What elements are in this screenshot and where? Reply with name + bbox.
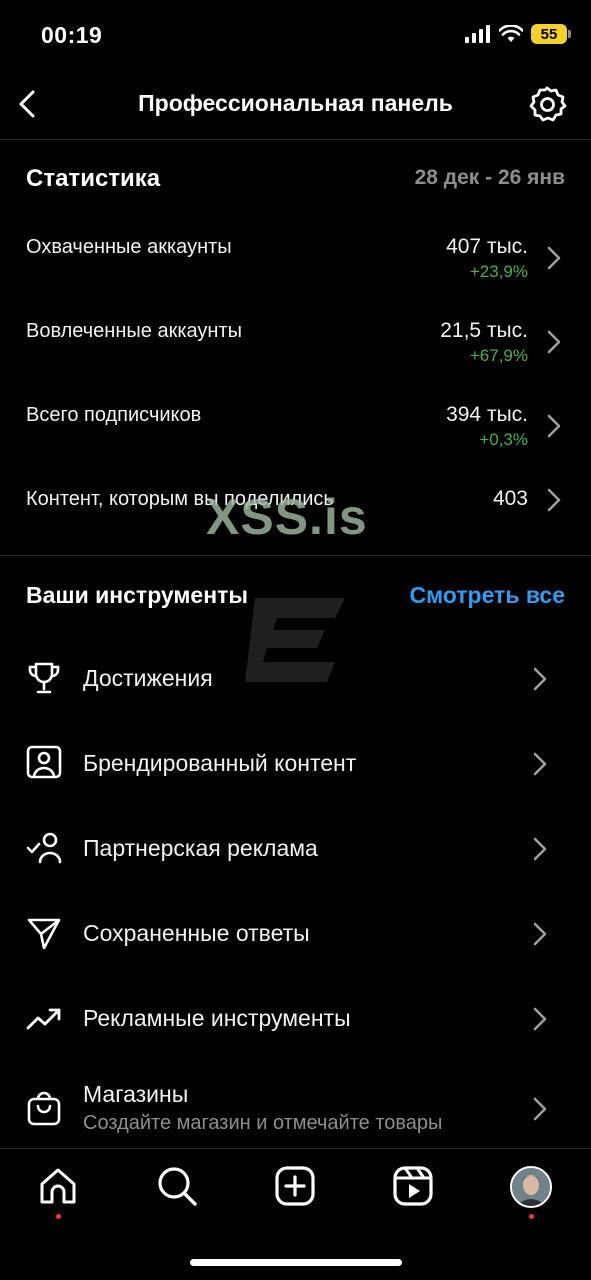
tool-item-branded-content[interactable]: Брендированный контент [0,735,591,795]
tool-subtitle: Создайте магазин и отмечайте товары [83,1112,443,1134]
tool-label: Партнерская реклама [83,835,318,861]
stat-delta: +23,9% [469,262,528,281]
header-divider [0,139,591,140]
chevron-right-icon [547,330,561,354]
page-title: Профессиональная панель [138,90,453,116]
search-icon[interactable] [156,1165,198,1207]
see-all-link[interactable]: Смотреть все [409,582,565,609]
stat-label: Вовлеченные аккаунты [26,320,242,342]
trending-up-icon [26,1008,61,1030]
tool-item-saved-replies[interactable]: Сохраненные ответы [0,905,591,965]
chevron-right-icon [547,488,561,512]
chevron-right-icon [547,246,561,270]
notification-dot [56,1214,61,1219]
wifi-icon [499,25,523,42]
stat-row-reached-accounts[interactable]: Охваченные аккаунты 407 тыс. +23,9% [0,226,591,292]
battery-level: 55 [540,25,558,43]
home-icon[interactable] [37,1165,79,1207]
status-icons: 55 [465,24,571,44]
statistics-date-range[interactable]: 28 дек - 26 янв [415,166,565,190]
notification-dot [529,1214,534,1219]
create-post-icon[interactable] [274,1165,316,1207]
chevron-right-icon [547,414,561,438]
chevron-right-icon [533,667,547,691]
stat-label: Всего подписчиков [26,404,202,426]
partner-ads-icon [26,832,62,864]
section-divider [0,555,591,556]
tool-label: Достижения [83,665,213,691]
reels-icon[interactable] [392,1165,434,1207]
paper-plane-icon [27,918,61,950]
stat-delta: +67,9% [469,346,528,365]
stat-row-total-followers[interactable]: Всего подписчиков 394 тыс. +0,3% [0,394,591,460]
trophy-icon [28,662,60,694]
chevron-right-icon [533,1097,547,1121]
avatar-photo-icon [512,1168,550,1206]
tool-label: Брендированный контент [83,750,357,776]
stat-value: 394 тыс. [446,403,528,426]
chevron-right-icon [533,752,547,776]
cellular-signal-icon [465,25,490,43]
tool-item-shops[interactable]: Магазины Создайте магазин и отмечайте то… [0,1075,591,1145]
stat-label: Охваченные аккаунты [26,236,232,258]
stat-row-engaged-accounts[interactable]: Вовлеченные аккаунты 21,5 тыс. +67,9% [0,310,591,376]
statistics-title: Статистика [26,165,161,192]
branded-content-icon [26,745,62,779]
chevron-right-icon [533,922,547,946]
shopping-bag-icon [27,1091,61,1126]
settings-gear-icon[interactable] [527,84,567,124]
tools-section-title: Ваши инструменты [26,582,249,608]
stat-delta: +0,3% [479,430,528,449]
chevron-right-icon [533,1007,547,1031]
profile-avatar[interactable] [510,1166,552,1208]
stat-value: 403 [492,487,528,510]
stat-value: 21,5 тыс. [440,319,528,342]
stat-value: 407 тыс. [446,235,528,258]
tool-label: Рекламные инструменты [83,1005,351,1031]
home-indicator[interactable] [190,1259,402,1266]
watermark-text: XSS.is [206,489,368,545]
tool-label: Магазины [83,1081,189,1107]
tab-bar-divider [0,1148,591,1149]
tool-item-ad-tools[interactable]: Рекламные инструменты [0,990,591,1050]
battery-indicator: 55 [531,24,571,44]
watermark-logo-icon [245,598,345,682]
tool-label: Сохраненные ответы [83,920,310,946]
status-time: 00:19 [41,22,103,48]
chevron-right-icon [533,837,547,861]
tool-item-partner-ads[interactable]: Партнерская реклама [0,820,591,880]
